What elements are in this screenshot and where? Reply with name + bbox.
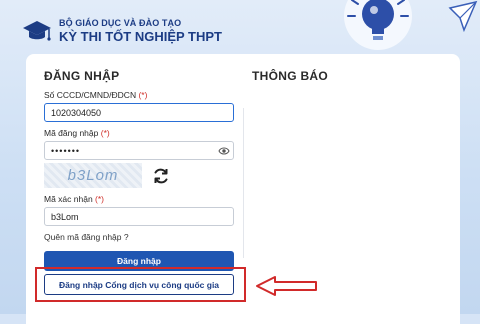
site-header: BỘ GIÁO DỤC VÀ ĐÀO TẠO KỲ THI TỐT NGHIỆP… — [22, 12, 222, 50]
captcha-image: b3Lom — [44, 163, 142, 188]
left-arrow-annotation-icon — [256, 276, 317, 296]
exam-title: KỲ THI TỐT NGHIỆP THPT — [59, 28, 222, 44]
paper-plane-icon — [448, 0, 478, 33]
login-heading: ĐĂNG NHẬP — [44, 69, 120, 83]
show-password-eye-icon[interactable] — [218, 146, 230, 156]
id-label: Số CCCD/CMND/ĐDCN (*) — [44, 90, 148, 100]
graduation-cap-icon — [23, 21, 51, 41]
captcha-input[interactable] — [44, 207, 234, 226]
password-input[interactable]: ••••••• — [44, 141, 234, 160]
refresh-captcha-icon[interactable] — [152, 167, 170, 185]
id-input[interactable] — [44, 103, 234, 122]
password-label: Mã đăng nhập (*) — [44, 128, 110, 138]
header-text: BỘ GIÁO DỤC VÀ ĐÀO TẠO KỲ THI TỐT NGHIỆP… — [59, 18, 222, 45]
captcha-label: Mã xác nhận (*) — [44, 194, 105, 204]
public-service-login-button[interactable]: Đăng nhập Cổng dịch vụ công quốc gia — [44, 274, 234, 295]
card-divider — [243, 108, 244, 258]
notice-heading: THÔNG BÁO — [252, 69, 329, 83]
ministry-name: BỘ GIÁO DỤC VÀ ĐÀO TẠO — [59, 17, 182, 28]
forgot-code-link[interactable]: Quên mã đăng nhập ? — [44, 232, 129, 242]
